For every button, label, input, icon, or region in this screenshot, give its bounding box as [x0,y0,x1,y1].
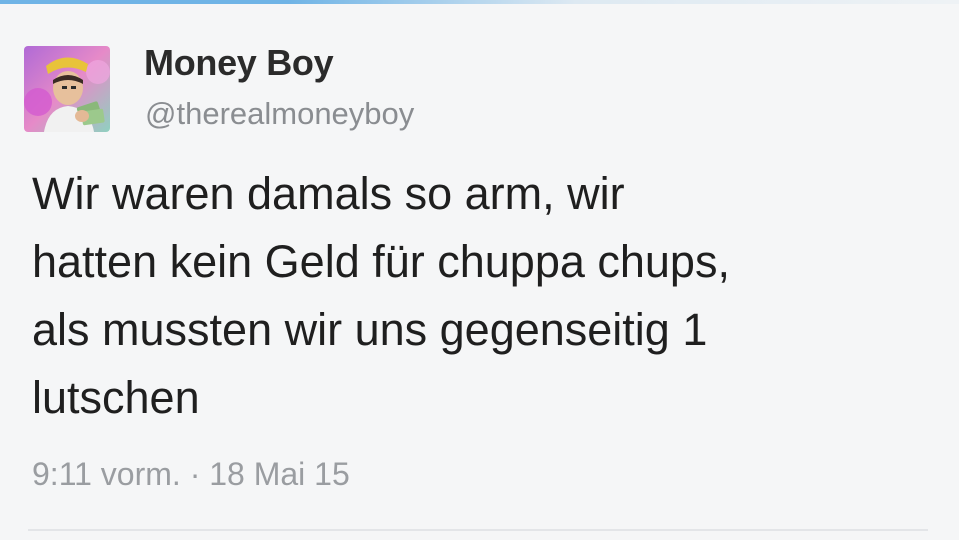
tweet-text-line: lutschen [32,372,200,423]
tweet-text-line: hatten kein Geld für chuppa chups, [32,236,730,287]
tweet-timestamp[interactable]: 9:11 vorm. · 18 Mai 15 [32,456,350,493]
tweet-text-line: als mussten wir uns gegenseitig 1 [32,304,708,355]
avatar-image [24,46,110,132]
tweet-time: 9:11 vorm. [32,456,181,492]
tweet-text-line: Wir waren damals so arm, wir [32,168,625,219]
avatar[interactable] [24,46,110,132]
timestamp-separator: · [180,456,210,492]
tweet-date: 18 Mai 15 [209,456,350,492]
user-handle[interactable]: @therealmoneyboy [145,96,414,132]
divider [28,529,928,531]
tweet-card: Money Boy @therealmoneyboy Wir waren dam… [0,4,959,540]
display-name[interactable]: Money Boy [144,42,334,84]
tweet-text: Wir waren damals so arm, wir hatten kein… [32,160,912,432]
